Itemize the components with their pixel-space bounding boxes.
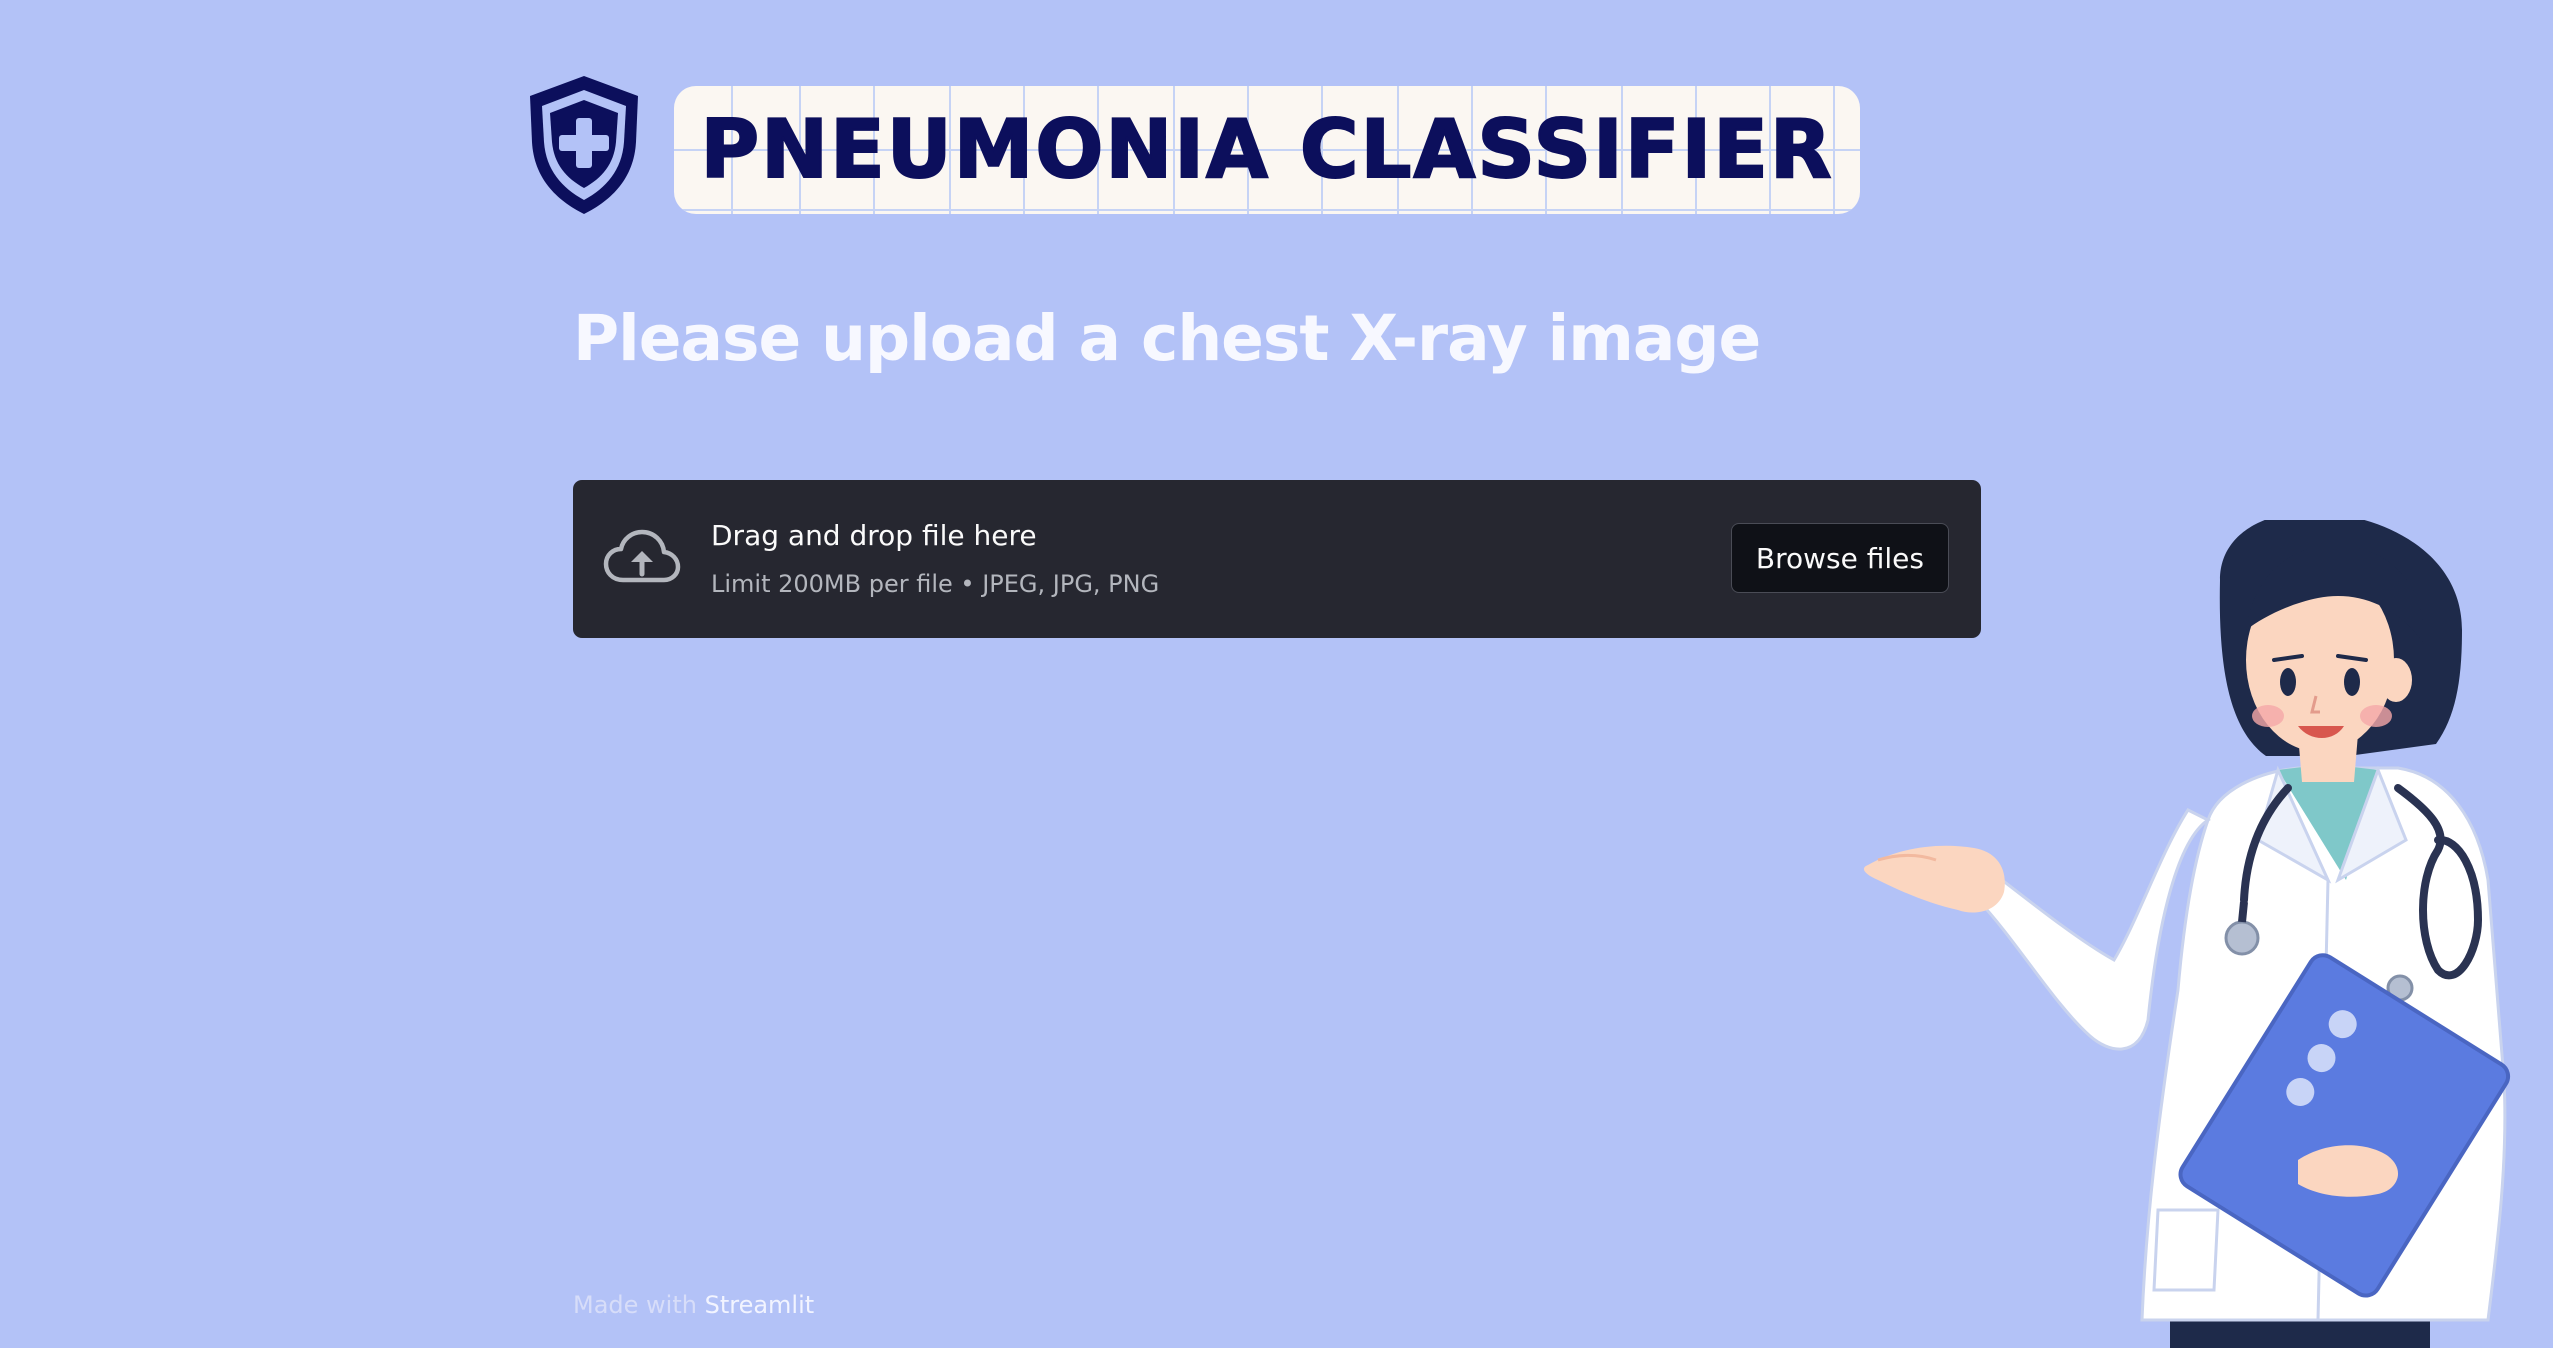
footer-prefix: Made with	[573, 1291, 705, 1319]
footer-brand-link[interactable]: Streamlit	[705, 1291, 815, 1319]
app-root: PNEUMONIA CLASSIFIER Please upload a che…	[0, 0, 2553, 1348]
shield-plus-icon	[530, 76, 638, 214]
footer: Made with Streamlit	[573, 1290, 814, 1320]
dropzone-label: Drag and drop file here	[711, 519, 1037, 552]
cloud-upload-icon	[603, 529, 681, 583]
doctor-illustration	[1863, 520, 2511, 1348]
app-title: PNEUMONIA CLASSIFIER	[700, 102, 1834, 197]
dropzone-limit-label: Limit 200MB per file • JPEG, JPG, PNG	[711, 570, 1160, 598]
header-banner: PNEUMONIA CLASSIFIER	[522, 72, 1862, 222]
title-plate: PNEUMONIA CLASSIFIER	[674, 86, 1860, 214]
page-heading: Please upload a chest X-ray image	[573, 302, 1761, 375]
file-dropzone[interactable]: Drag and drop file here Limit 200MB per …	[573, 480, 1981, 638]
